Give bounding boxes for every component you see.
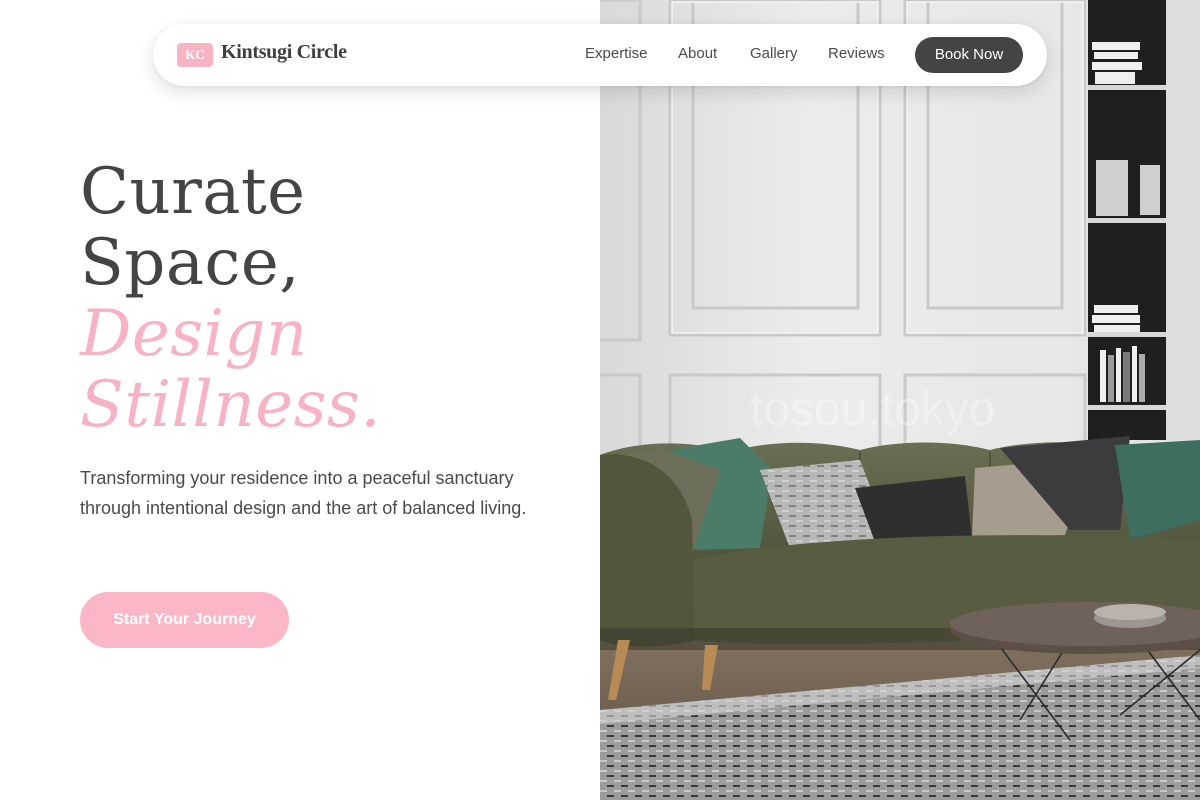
hero-image: tosou.tokyo	[600, 0, 1200, 800]
kc-logo-badge[interactable]: KC	[177, 43, 213, 67]
headline-line-curate: Curate	[80, 155, 306, 229]
hero-subtitle: Transforming your residence into a peace…	[80, 468, 527, 518]
nav-link-reviews[interactable]: Reviews	[828, 45, 885, 62]
hero-headline: Curate Space, Design Stillness.	[80, 157, 381, 441]
nav-link-expertise[interactable]: Expertise	[585, 45, 648, 62]
nav-link-about[interactable]: About	[678, 45, 717, 62]
brand-name[interactable]: Kintsugi Circle	[221, 41, 347, 64]
book-now-button[interactable]: Book Now	[915, 37, 1023, 73]
top-navbar: KC Kintsugi Circle Expertise About Galle…	[153, 24, 1047, 86]
headline-accent-stillness: Stillness.	[80, 368, 382, 442]
headline-line-space: Space,	[80, 226, 301, 300]
start-journey-button[interactable]: Start Your Journey	[80, 592, 289, 648]
svg-text:tosou.tokyo: tosou.tokyo	[750, 383, 995, 436]
headline-accent-design: Design	[80, 297, 308, 371]
nav-link-gallery[interactable]: Gallery	[750, 45, 798, 62]
